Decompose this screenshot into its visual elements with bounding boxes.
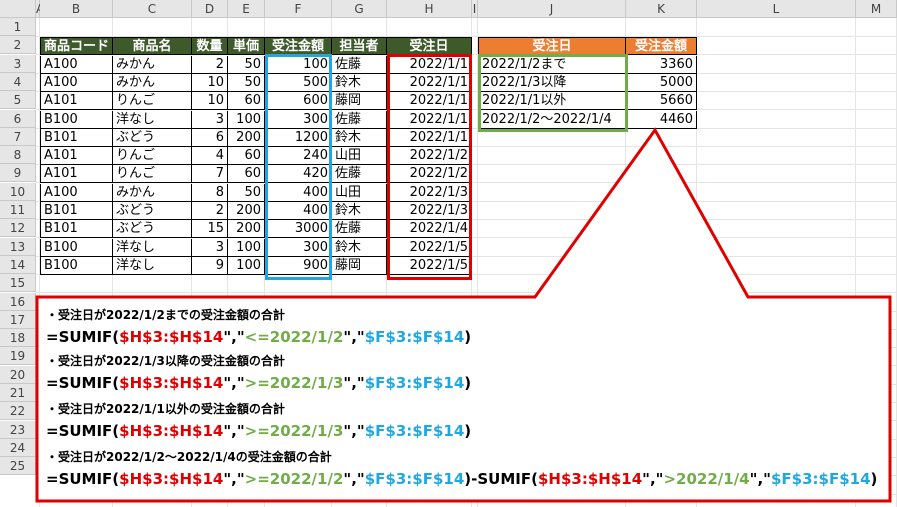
formula-part: $H$3:$H$14: [119, 422, 224, 440]
formula-part: ",": [343, 374, 365, 392]
note-title: ・受注日が2022/1/2までの受注金額の合計: [46, 308, 285, 322]
formula-part: >=2022/1/3: [244, 422, 344, 440]
formula-part: $F$3:$F$14: [770, 470, 871, 488]
formula-part: >=2022/1/3: [244, 374, 344, 392]
formula-part: ",": [343, 422, 365, 440]
formula-part: $F$3:$F$14: [364, 422, 465, 440]
formula-part: ",": [223, 328, 245, 346]
formula-part: ): [464, 328, 472, 346]
formula-part: )-SUMIF(: [464, 470, 538, 488]
formula-part: $H$3:$H$14: [119, 328, 224, 346]
formula-part: >2022/1/4: [663, 470, 750, 488]
formula-text: =SUMIF($H$3:$H$14",">=2022/1/3","$F$3:$F…: [46, 422, 471, 440]
formula-part: >=2022/1/2: [244, 470, 344, 488]
formula-part: ",": [749, 470, 771, 488]
formula-part: ): [870, 470, 878, 488]
formula-part: ",": [642, 470, 664, 488]
formula-part: ",": [223, 422, 245, 440]
formula-part: <=2022/1/2: [244, 328, 344, 346]
formula-text: =SUMIF($H$3:$H$14",">=2022/1/3","$F$3:$F…: [46, 374, 471, 392]
formula-part: $F$3:$F$14: [364, 470, 465, 488]
formula-part: ",": [223, 374, 245, 392]
note-title: ・受注日が2022/1/2～2022/1/4の受注金額の合計: [46, 450, 332, 464]
formula-part: $H$3:$H$14: [119, 470, 224, 488]
formula-part: ",": [343, 470, 365, 488]
note-title: ・受注日が2022/1/3以降の受注金額の合計: [46, 354, 285, 368]
formula-text: =SUMIF($H$3:$H$14","<=2022/1/2","$F$3:$F…: [46, 328, 471, 346]
formula-part: $H$3:$H$14: [537, 470, 643, 488]
formula-part: =SUMIF(: [46, 328, 120, 346]
formula-part: ): [464, 422, 472, 440]
formula-part: ",": [343, 328, 365, 346]
formula-part: =SUMIF(: [46, 422, 120, 440]
formula-part: ): [464, 374, 472, 392]
formula-part: =SUMIF(: [46, 470, 120, 488]
formula-part: $F$3:$F$14: [364, 374, 465, 392]
formula-part: ",": [223, 470, 245, 488]
formula-text: =SUMIF($H$3:$H$14",">=2022/1/2","$F$3:$F…: [46, 470, 877, 488]
formula-part: $H$3:$H$14: [119, 374, 224, 392]
formula-part: =SUMIF(: [46, 374, 120, 392]
formula-part: $F$3:$F$14: [364, 328, 465, 346]
spreadsheet[interactable]: ABCDEFGHIJKLM123456789101112131415161718…: [0, 0, 897, 507]
note-title: ・受注日が2022/1/1以外の受注金額の合計: [46, 402, 285, 416]
